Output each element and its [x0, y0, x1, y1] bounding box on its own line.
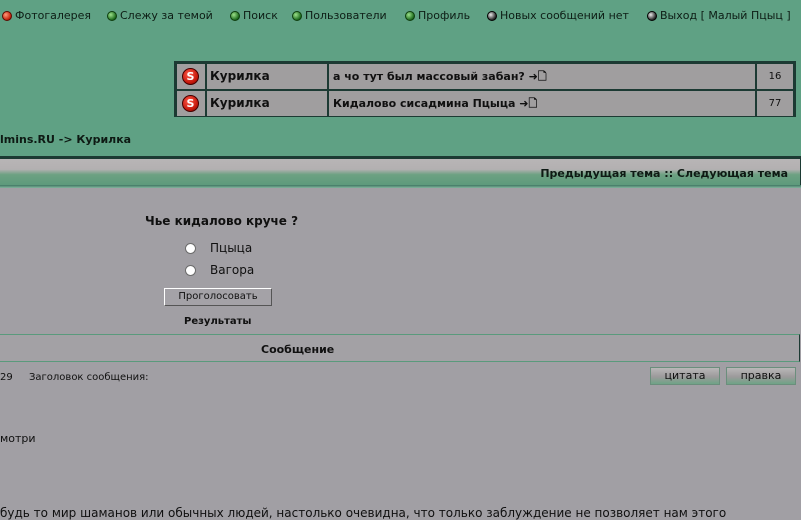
- post-number: 29: [0, 372, 13, 383]
- post-subject-label: Заголовок сообщения:: [29, 372, 149, 383]
- reply-count: 16: [757, 64, 793, 89]
- vote-button[interactable]: Проголосовать: [164, 288, 272, 306]
- table-row: S Курилка а чо тут был массовый забан? ➜…: [176, 64, 794, 89]
- poll-question: Чье кидалово круче ?: [145, 214, 299, 228]
- quote-button[interactable]: цитата: [650, 367, 720, 385]
- poll-option-radio[interactable]: [185, 264, 196, 276]
- nav-item-new-messages[interactable]: Новых сообщений нет: [487, 9, 629, 22]
- watch-icon: [107, 10, 117, 21]
- post-text-line: мотри: [0, 432, 36, 445]
- breadcrumb[interactable]: lmins.RU -> Курилка: [0, 133, 131, 146]
- poll-option[interactable]: Вагора: [185, 263, 254, 277]
- poll-results-link[interactable]: Результаты: [184, 316, 251, 327]
- poll-option[interactable]: Пцыца: [185, 241, 252, 255]
- topic-panel: Предыдущая тема :: Следующая тема Чье ки…: [0, 156, 801, 520]
- gallery-icon: [2, 10, 12, 21]
- messages-icon: [487, 10, 497, 21]
- nav-item-gallery[interactable]: Фотогалерея: [2, 9, 91, 22]
- forum-status-icon: S: [182, 68, 199, 85]
- edit-button[interactable]: правка: [726, 367, 796, 385]
- nav-item-logout[interactable]: Выход [ Малый Пцыц ]: [647, 9, 791, 22]
- nav-item-users[interactable]: Пользователи: [292, 9, 387, 22]
- forum-link[interactable]: Курилка: [207, 64, 327, 89]
- recent-topics-table: S Курилка а чо тут был массовый забан? ➜…: [174, 61, 796, 117]
- top-navigation: Фотогалерея Слежу за темой Поиск Пользов…: [0, 0, 801, 34]
- search-icon: [230, 10, 240, 21]
- users-icon: [292, 10, 302, 21]
- nav-item-search[interactable]: Поиск: [230, 9, 278, 22]
- post-text-line: будь то мир шаманов или обычных людей, н…: [0, 506, 727, 520]
- poll-option-radio[interactable]: [185, 242, 196, 254]
- logout-icon: [647, 10, 657, 21]
- prev-next-topic-links[interactable]: Предыдущая тема :: Следующая тема: [540, 167, 788, 180]
- forum-link[interactable]: Курилка: [207, 91, 327, 116]
- reply-count: 77: [757, 91, 793, 116]
- profile-icon: [405, 10, 415, 21]
- forum-status-icon: S: [182, 95, 199, 112]
- topic-navigation-bar: Предыдущая тема :: Следующая тема: [0, 159, 801, 185]
- nav-item-watched-topics[interactable]: Слежу за темой: [107, 9, 213, 22]
- message-header: Сообщение: [0, 334, 800, 362]
- topic-link[interactable]: Кидалово сисадмина Пцыца ➜🗋: [329, 91, 755, 116]
- topic-link[interactable]: а чо тут был массовый забан? ➜🗋: [329, 64, 755, 89]
- nav-item-profile[interactable]: Профиль: [405, 9, 470, 22]
- table-row: S Курилка Кидалово сисадмина Пцыца ➜🗋 77: [176, 91, 794, 116]
- message-header-label: Сообщение: [261, 343, 335, 356]
